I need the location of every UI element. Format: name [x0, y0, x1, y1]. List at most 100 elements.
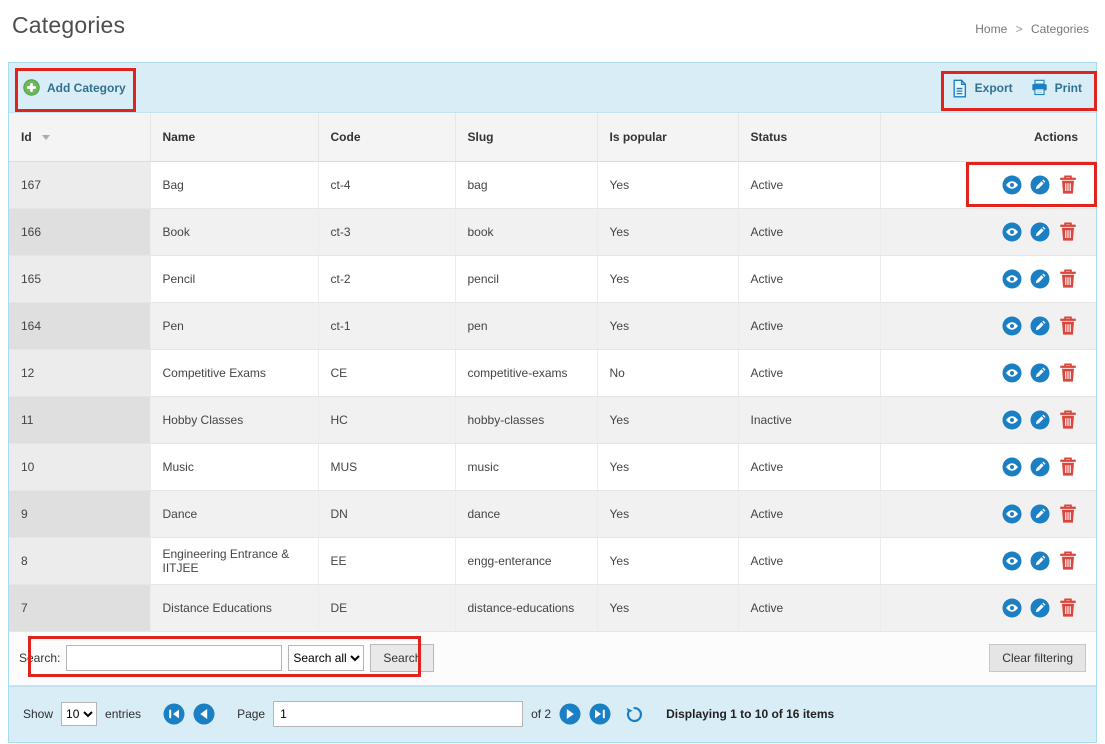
view-button[interactable]: [1002, 363, 1022, 383]
breadcrumb-separator: >: [1016, 22, 1023, 36]
edit-icon: [1030, 363, 1050, 383]
view-button[interactable]: [1002, 598, 1022, 618]
cell-code: ct-1: [318, 302, 455, 349]
column-header-status[interactable]: Status: [738, 113, 880, 161]
next-page-icon: [559, 703, 581, 725]
edit-button[interactable]: [1030, 410, 1050, 430]
view-button[interactable]: [1002, 316, 1022, 336]
page-size-select[interactable]: 10: [61, 702, 97, 726]
cell-slug: pen: [455, 302, 597, 349]
edit-icon: [1030, 269, 1050, 289]
cell-is-popular: No: [597, 349, 738, 396]
cell-name: Hobby Classes: [150, 396, 318, 443]
edit-icon: [1030, 504, 1050, 524]
edit-button[interactable]: [1030, 269, 1050, 289]
delete-button[interactable]: [1058, 551, 1078, 571]
breadcrumb-home[interactable]: Home: [975, 22, 1007, 36]
view-button[interactable]: [1002, 410, 1022, 430]
column-header-id[interactable]: Id: [9, 113, 150, 161]
cell-slug: pencil: [455, 255, 597, 302]
cell-is-popular: Yes: [597, 255, 738, 302]
cell-actions: [880, 302, 1096, 349]
column-header-name[interactable]: Name: [150, 113, 318, 161]
trash-icon: [1058, 598, 1078, 618]
search-button[interactable]: Search: [370, 644, 434, 672]
cell-name: Pencil: [150, 255, 318, 302]
cell-is-popular: Yes: [597, 490, 738, 537]
edit-icon: [1030, 316, 1050, 336]
cell-id: 10: [9, 443, 150, 490]
cell-slug: bag: [455, 161, 597, 208]
refresh-button[interactable]: [625, 705, 644, 724]
breadcrumb-current: Categories: [1031, 22, 1089, 36]
delete-button[interactable]: [1058, 222, 1078, 242]
edit-button[interactable]: [1030, 222, 1050, 242]
last-page-button[interactable]: [589, 703, 611, 725]
search-input[interactable]: [66, 645, 282, 671]
cell-id: 164: [9, 302, 150, 349]
delete-button[interactable]: [1058, 316, 1078, 336]
cell-name: Music: [150, 443, 318, 490]
delete-button[interactable]: [1058, 363, 1078, 383]
delete-button[interactable]: [1058, 457, 1078, 477]
edit-button[interactable]: [1030, 457, 1050, 477]
breadcrumb: Home > Categories: [975, 22, 1089, 39]
cell-status: Inactive: [738, 396, 880, 443]
view-button[interactable]: [1002, 269, 1022, 289]
prev-page-button[interactable]: [193, 703, 215, 725]
cell-status: Active: [738, 208, 880, 255]
next-page-button[interactable]: [559, 703, 581, 725]
page-input[interactable]: [273, 701, 523, 727]
export-label: Export: [975, 81, 1013, 95]
cell-id: 7: [9, 584, 150, 631]
add-category-button[interactable]: Add Category: [23, 79, 126, 96]
edit-button[interactable]: [1030, 316, 1050, 336]
pagination-bar: Show 10 entries Page of 2 Displaying 1 t…: [9, 686, 1096, 742]
cell-status: Active: [738, 161, 880, 208]
show-label: Show: [23, 707, 53, 721]
search-scope-select[interactable]: Search all: [288, 645, 364, 671]
column-header-slug[interactable]: Slug: [455, 113, 597, 161]
page-header: Categories Home > Categories: [0, 0, 1105, 39]
edit-button[interactable]: [1030, 504, 1050, 524]
delete-button[interactable]: [1058, 175, 1078, 195]
delete-button[interactable]: [1058, 269, 1078, 289]
export-button[interactable]: Export: [951, 79, 1013, 96]
delete-button[interactable]: [1058, 504, 1078, 524]
edit-icon: [1030, 598, 1050, 618]
edit-button[interactable]: [1030, 363, 1050, 383]
first-page-button[interactable]: [163, 703, 185, 725]
pagination-status: Displaying 1 to 10 of 16 items: [666, 707, 834, 721]
cell-name: Pen: [150, 302, 318, 349]
view-button[interactable]: [1002, 457, 1022, 477]
cell-status: Active: [738, 302, 880, 349]
delete-button[interactable]: [1058, 410, 1078, 430]
edit-button[interactable]: [1030, 175, 1050, 195]
view-button[interactable]: [1002, 551, 1022, 571]
cell-name: Bag: [150, 161, 318, 208]
column-header-is-popular[interactable]: Is popular: [597, 113, 738, 161]
table-row: 7Distance EducationsDEdistance-education…: [9, 584, 1096, 631]
cell-code: DN: [318, 490, 455, 537]
view-button[interactable]: [1002, 175, 1022, 195]
view-button[interactable]: [1002, 504, 1022, 524]
delete-button[interactable]: [1058, 598, 1078, 618]
search-bar: Search: Search all Search Clear filterin…: [9, 632, 1096, 686]
page-title: Categories: [12, 12, 125, 39]
cell-actions: [880, 443, 1096, 490]
cell-actions: [880, 396, 1096, 443]
cell-id: 166: [9, 208, 150, 255]
print-button[interactable]: Print: [1031, 79, 1082, 96]
edit-button[interactable]: [1030, 598, 1050, 618]
cell-is-popular: Yes: [597, 302, 738, 349]
cell-slug: engg-enterance: [455, 537, 597, 584]
view-button[interactable]: [1002, 222, 1022, 242]
clear-filtering-button[interactable]: Clear filtering: [989, 644, 1086, 672]
table-row: 165Pencilct-2pencilYesActive: [9, 255, 1096, 302]
cell-actions: [880, 490, 1096, 537]
eye-icon: [1002, 222, 1022, 242]
edit-button[interactable]: [1030, 551, 1050, 571]
table-row: 9DanceDNdanceYesActive: [9, 490, 1096, 537]
eye-icon: [1002, 316, 1022, 336]
column-header-code[interactable]: Code: [318, 113, 455, 161]
